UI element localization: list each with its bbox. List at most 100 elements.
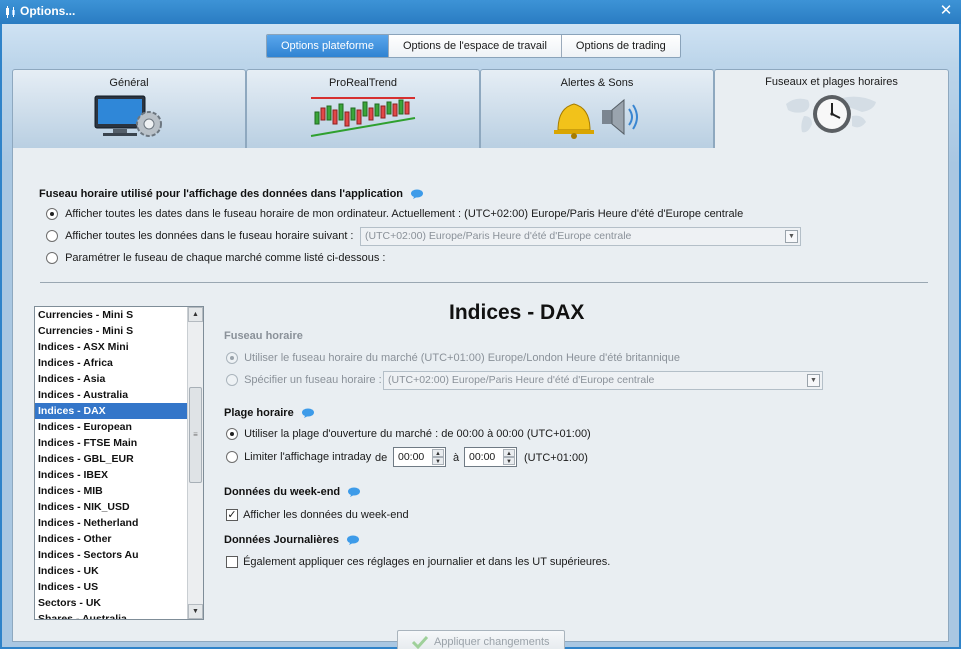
plage-horaire-title-text: Plage horaire <box>224 407 294 419</box>
tab-fuseaux-plages[interactable]: Fuseaux et plages horaires <box>714 69 949 150</box>
tab-prorealtrend-label: ProRealTrend <box>328 77 398 89</box>
info-bubble-icon[interactable] <box>410 189 424 200</box>
apply-changes-button[interactable]: Appliquer changements <box>397 630 565 649</box>
market-list[interactable]: Currencies - Mini S Currencies - Mini S … <box>34 306 204 620</box>
from-time-stepper[interactable]: 00:00 ▲ ▼ <box>393 447 446 467</box>
weekend-label: Afficher les données du week-end <box>243 509 409 521</box>
list-item[interactable]: Indices - ASX Mini <box>35 339 188 355</box>
options-dialog: Options plateforme Options de l'espace d… <box>2 24 959 649</box>
computer-timezone-label: Afficher toutes les dates dans le fuseau… <box>65 208 744 220</box>
market-list-items: Currencies - Mini S Currencies - Mini S … <box>35 307 188 619</box>
list-item[interactable]: Indices - MIB <box>35 483 188 499</box>
segment-options-espace-travail[interactable]: Options de l'espace de travail <box>388 35 562 57</box>
list-item[interactable]: Indices - FTSE Main <box>35 435 188 451</box>
opening-range-radio[interactable] <box>226 428 238 441</box>
scroll-up-icon[interactable]: ▲ <box>188 307 203 322</box>
tab-fuseaux-plages-label: Fuseaux et plages horaires <box>765 76 898 88</box>
option-apply-daily[interactable]: Également appliquer ces réglages en jour… <box>226 556 610 569</box>
trend-chart-icon <box>310 97 416 137</box>
segment-options-plateforme[interactable]: Options plateforme <box>267 35 389 57</box>
list-item[interactable]: Indices - NIK_USD <box>35 499 188 515</box>
weekend-checkbox[interactable]: ✓ <box>226 509 238 522</box>
info-bubble-icon[interactable] <box>346 535 360 546</box>
apply-daily-checkbox[interactable] <box>226 556 238 569</box>
chevron-down-icon[interactable]: ▼ <box>785 230 798 243</box>
opening-range-label: Utiliser la plage d'ouverture du marché … <box>244 428 591 440</box>
close-icon[interactable]: ✕ <box>937 2 955 20</box>
section-divider <box>40 282 928 283</box>
list-item[interactable]: Indices - GBL_EUR <box>35 451 188 467</box>
decrement-icon[interactable]: ▼ <box>432 457 444 465</box>
option-specify-timezone: Spécifier un fuseau horaire : <box>226 374 382 387</box>
list-item[interactable]: Indices - Sectors Au <box>35 547 188 563</box>
list-item[interactable]: Indices - IBEX <box>35 467 188 483</box>
chevron-down-icon: ▼ <box>807 374 820 387</box>
option-limit-intraday[interactable]: Limiter l'affichage intraday <box>226 451 372 464</box>
market-list-scrollbar[interactable]: ▲ ≡ ▼ <box>187 307 203 619</box>
timezone-combo[interactable]: (UTC+02:00) Europe/Paris Heure d'été d'E… <box>360 227 801 246</box>
list-item[interactable]: Indices - Australia <box>35 387 188 403</box>
decrement-icon[interactable]: ▼ <box>503 457 515 465</box>
list-item[interactable]: Indices - Asia <box>35 371 188 387</box>
list-item[interactable]: Sectors - UK <box>35 595 188 611</box>
list-item[interactable]: Indices - European <box>35 419 188 435</box>
info-bubble-icon[interactable] <box>301 408 315 419</box>
limit-intraday-radio[interactable] <box>226 451 238 464</box>
per-market-timezone-radio[interactable] <box>46 252 58 265</box>
following-timezone-radio[interactable] <box>46 230 58 243</box>
specify-timezone-combo-value: (UTC+02:00) Europe/Paris Heure d'été d'E… <box>388 374 655 386</box>
list-item[interactable]: Indices - UK <box>35 563 188 579</box>
app-candlestick-icon <box>6 6 15 18</box>
monitor-gear-icon <box>94 95 162 137</box>
timezone-combo-value: (UTC+02:00) Europe/Paris Heure d'été d'E… <box>365 230 632 242</box>
segment-options-trading[interactable]: Options de trading <box>561 35 680 57</box>
plage-horaire-title: Plage horaire <box>224 407 315 419</box>
to-time-value: 00:00 <box>469 451 496 463</box>
options-category-switcher: Options plateforme Options de l'espace d… <box>266 34 681 58</box>
tab-general-label: Général <box>109 77 149 89</box>
intraday-timezone-label: (UTC+01:00) <box>524 452 588 464</box>
option-computer-timezone[interactable]: Afficher toutes les dates dans le fuseau… <box>46 208 744 221</box>
bell-speaker-icon <box>554 98 638 139</box>
per-market-timezone-label: Paramétrer le fuseau de chaque marché co… <box>65 252 386 264</box>
info-bubble-icon[interactable] <box>347 487 361 498</box>
market-timezone-radio <box>226 352 238 365</box>
to-time-stepper[interactable]: 00:00 ▲ ▼ <box>464 447 517 467</box>
timezone-section-title-text: Fuseau horaire utilisé pour l'affichage … <box>39 188 404 200</box>
option-market-timezone: Utiliser le fuseau horaire du marché (UT… <box>226 352 680 365</box>
tab-alertes-sons[interactable]: Alertes & Sons <box>480 69 714 148</box>
limit-intraday-label: Limiter l'affichage intraday <box>244 451 372 463</box>
journalieres-title-text: Données Journalières <box>224 534 339 546</box>
option-opening-range[interactable]: Utiliser la plage d'ouverture du marché … <box>226 428 591 441</box>
option-following-timezone[interactable]: Afficher toutes les données dans le fuse… <box>46 230 354 243</box>
list-item[interactable]: Indices - Other <box>35 531 188 547</box>
list-item-selected[interactable]: Indices - DAX <box>35 403 188 419</box>
list-item[interactable]: Indices - Africa <box>35 355 188 371</box>
list-item[interactable]: Currencies - Mini S <box>35 307 188 323</box>
tab-general[interactable]: Général <box>12 69 246 148</box>
weekend-title-text: Données du week-end <box>224 486 341 498</box>
list-item[interactable]: Shares - Australia <box>35 611 188 619</box>
tab-prorealtrend[interactable]: ProRealTrend <box>246 69 480 148</box>
computer-timezone-radio[interactable] <box>46 208 58 221</box>
scroll-down-icon[interactable]: ▼ <box>188 604 203 619</box>
apply-changes-label: Appliquer changements <box>433 636 550 648</box>
scrollbar-thumb[interactable]: ≡ <box>189 387 202 483</box>
journalieres-title: Données Journalières <box>224 534 360 546</box>
list-item[interactable]: Indices - US <box>35 579 188 595</box>
list-item[interactable]: Currencies - Mini S <box>35 323 188 339</box>
increment-icon[interactable]: ▲ <box>503 449 515 457</box>
following-timezone-label: Afficher toutes les données dans le fuse… <box>65 230 354 242</box>
option-per-market-timezone[interactable]: Paramétrer le fuseau de chaque marché co… <box>46 252 386 265</box>
option-weekend-data[interactable]: ✓ Afficher les données du week-end <box>226 509 409 522</box>
checkmark-icon <box>412 636 429 649</box>
from-label: de <box>375 452 388 464</box>
tab-alertes-sons-label: Alertes & Sons <box>560 77 634 89</box>
fuseau-horaire-title: Fuseau horaire <box>224 330 303 342</box>
list-item[interactable]: Indices - Netherland <box>35 515 188 531</box>
timezone-section-title: Fuseau horaire utilisé pour l'affichage … <box>39 188 424 200</box>
fuseaux-settings-panel: Fuseau horaire utilisé pour l'affichage … <box>12 148 949 649</box>
window-title: Options... <box>20 4 76 18</box>
increment-icon[interactable]: ▲ <box>432 449 444 457</box>
title-bar: Options... ✕ <box>0 0 961 24</box>
